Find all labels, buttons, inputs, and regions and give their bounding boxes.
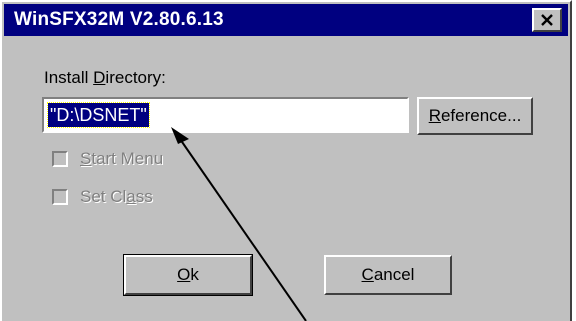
- arrow-head-icon: [171, 127, 189, 144]
- annotation-arrow: [171, 127, 307, 321]
